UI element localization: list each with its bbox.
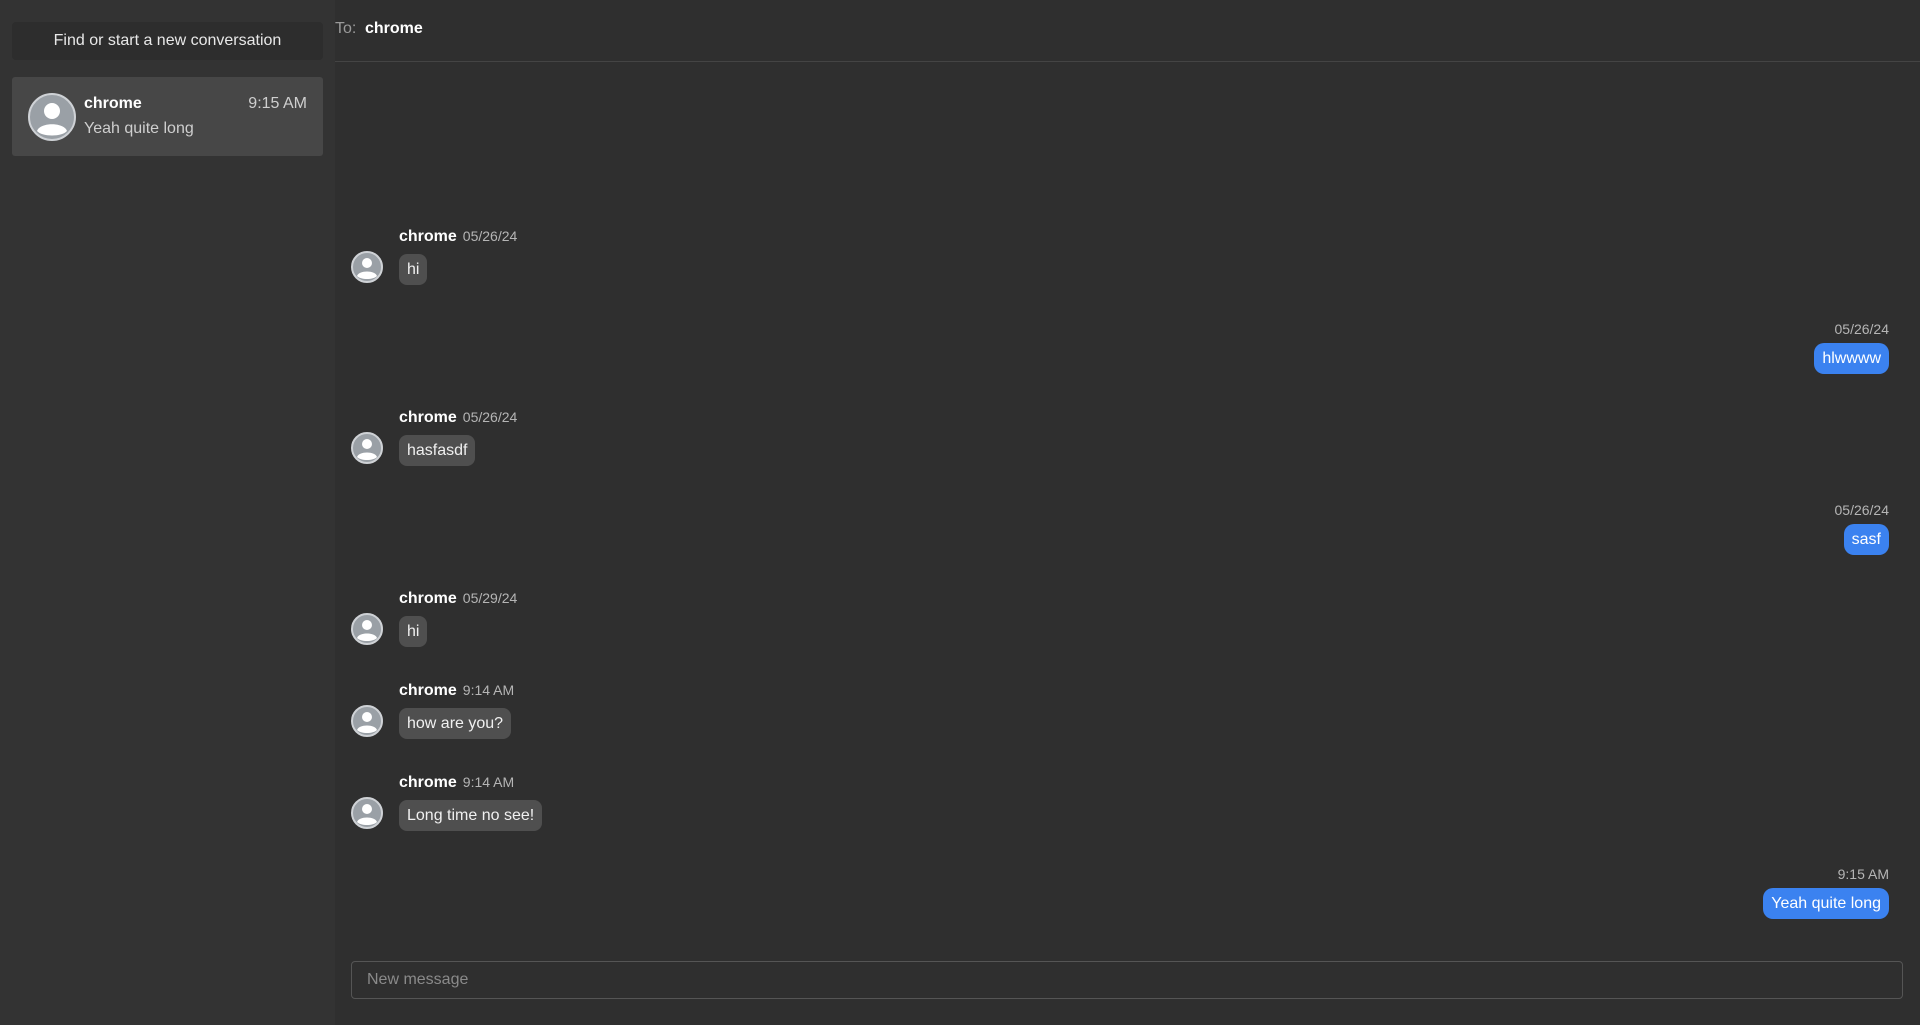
- message-timestamp: 9:14 AM: [462, 774, 515, 790]
- to-label: To:: [335, 20, 357, 37]
- message-timestamp: 9:15 AM: [1837, 866, 1889, 882]
- user-avatar-icon: [351, 797, 383, 829]
- message-bubble[interactable]: sasf: [1843, 524, 1889, 555]
- message-sender: chrome: [399, 228, 457, 245]
- sidebar: Find or start a new conversation chrome …: [0, 0, 335, 1025]
- message-sender: chrome: [399, 682, 457, 699]
- message-sender: chrome: [399, 774, 457, 791]
- message-timestamp: 05/29/24: [462, 590, 518, 606]
- user-avatar-icon: [28, 93, 76, 141]
- recipient-name[interactable]: chrome: [365, 20, 423, 38]
- message-timestamp: 9:14 AM: [462, 682, 515, 698]
- new-conversation-button[interactable]: Find or start a new conversation: [12, 22, 323, 60]
- message-sender: chrome: [399, 409, 457, 426]
- message-bubble[interactable]: hlwwww: [1814, 343, 1889, 374]
- conversation-preview: Yeah quite long: [84, 120, 194, 137]
- conversation-time: 9:15 AM: [248, 95, 307, 112]
- message-bubble[interactable]: hasfasdf: [399, 435, 476, 466]
- message-meta: chrome 05/26/24: [399, 228, 517, 246]
- user-avatar-icon: [351, 251, 383, 283]
- message-bubble[interactable]: Yeah quite long: [1763, 888, 1889, 919]
- new-message-input[interactable]: [352, 962, 1902, 998]
- message-timestamp: 05/26/24: [1834, 321, 1890, 337]
- conversation-header: To: chrome: [335, 0, 1920, 62]
- message-bubble[interactable]: how are you?: [399, 708, 512, 739]
- conversation-list-item[interactable]: chrome 9:15 AM Yeah quite long: [12, 77, 323, 156]
- message-composer: [351, 961, 1903, 999]
- message-timestamp: 05/26/24: [462, 228, 518, 244]
- conversation-pane: To: chrome chrome 05/26/24 hi 05/26/24 hl…: [335, 0, 1920, 1025]
- message-outgoing: 05/26/24 hlwwww: [1814, 321, 1889, 374]
- conversation-name: chrome: [84, 95, 142, 112]
- message-bubble[interactable]: Long time no see!: [399, 800, 543, 831]
- message-outgoing: 05/26/24 sasf: [1834, 502, 1890, 555]
- message-meta: chrome 9:14 AM: [399, 774, 514, 792]
- message-outgoing: 9:15 AM Yeah quite long: [1763, 866, 1889, 919]
- message-sender: chrome: [399, 590, 457, 607]
- user-avatar-icon: [351, 432, 383, 464]
- message-bubble[interactable]: hi: [399, 616, 428, 647]
- message-timestamp: 05/26/24: [1834, 502, 1890, 518]
- messaging-app: Find or start a new conversation chrome …: [0, 0, 1920, 1025]
- user-avatar-icon: [351, 705, 383, 737]
- message-meta: chrome 05/26/24: [399, 409, 517, 427]
- message-meta: chrome 05/29/24: [399, 590, 517, 608]
- message-timestamp: 05/26/24: [462, 409, 518, 425]
- message-bubble[interactable]: hi: [399, 254, 428, 285]
- message-meta: chrome 9:14 AM: [399, 682, 514, 700]
- user-avatar-icon: [351, 613, 383, 645]
